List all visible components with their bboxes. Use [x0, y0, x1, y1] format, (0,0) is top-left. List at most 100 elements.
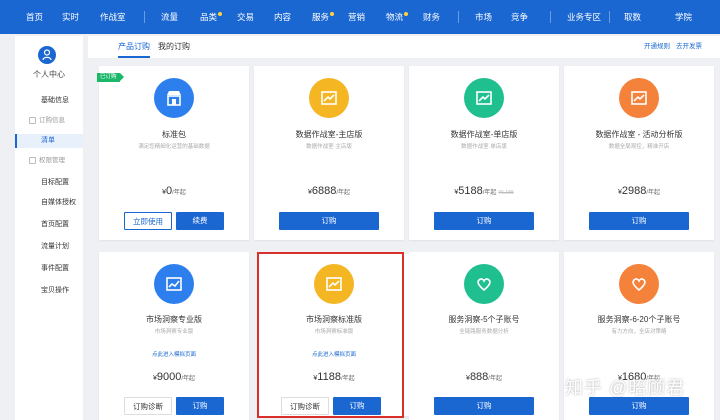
original-price: ¥6,188 [498, 190, 514, 196]
tab-product-order[interactable]: 产品订购 [118, 36, 150, 58]
use-now-button[interactable]: 立即使用 [124, 212, 172, 230]
nav-divider [550, 11, 551, 23]
heart-icon [619, 264, 659, 304]
card-title: 数据作战室-单店版 [450, 130, 518, 139]
nav-realtime[interactable]: 实时 [62, 0, 79, 34]
nav-data-fetch[interactable]: 取数 [624, 0, 641, 34]
price-unit: /年起 [172, 190, 186, 196]
card-title: 标准包 [162, 130, 186, 139]
new-dot-icon [404, 12, 409, 16]
nav-category[interactable]: 品类 [200, 0, 223, 34]
watermark: 知乎 @昭顾君 [565, 378, 686, 398]
product-card-standard: 已订购 标准包 满足您精细化运营的基础数据 ¥0/年起 立即使用 续费 [97, 66, 249, 240]
link-invoice[interactable]: 去开发票 [676, 36, 702, 58]
card-title: 市场洞察专业版 [146, 315, 202, 324]
sidebar-item-event-config[interactable]: 事件配置 [15, 262, 83, 276]
card-price: ¥0/年起 [99, 185, 249, 197]
user-icon [42, 49, 52, 61]
card-subtitle: 全链路服务数据分析 [459, 329, 509, 335]
nav-trade[interactable]: 交易 [237, 0, 254, 34]
card-price: ¥888/年起 [409, 371, 559, 383]
price-unit: /年起 [336, 190, 351, 196]
sidebar-item-target-config[interactable]: 目标配置 [15, 176, 83, 190]
trend-icon [154, 264, 194, 304]
card-title: 数据作战室 - 活动分析版 [595, 130, 683, 139]
price-value: 888 [469, 371, 489, 383]
user-avatar[interactable] [38, 46, 56, 64]
price-value: 9000 [156, 371, 182, 383]
product-card-war-room-single: 数据作战室-单店版 数据作战室·单店版 ¥5188/年起 ¥6,188 订购 [409, 66, 559, 240]
card-title: 数据作战室-主店版 [295, 130, 363, 139]
order-button[interactable]: 订购 [434, 212, 534, 230]
price-unit: /年起 [482, 190, 497, 196]
link-rules[interactable]: 开通规则 [644, 36, 670, 58]
nav-divider [458, 11, 459, 23]
nav-academy[interactable]: 学院 [675, 0, 692, 34]
sidebar-group-settings: 权限管理 [15, 154, 83, 168]
card-price: ¥5188/年起 ¥6,188 [409, 185, 559, 197]
order-icon [29, 117, 36, 124]
main-header: 产品订购 我的订购 开通规则 去开发票 [88, 36, 720, 58]
product-card-war-room-main: 数据作战室-主店版 数据作战室·主店版 ¥6888/年起 订购 [254, 66, 404, 240]
card-price: ¥2988/年起 [564, 185, 714, 197]
new-dot-icon [330, 12, 335, 16]
nav-market[interactable]: 市场 [475, 0, 492, 34]
card-title: 服务洞察-6-20个子账号 [597, 315, 681, 324]
sidebar-item-item-ops[interactable]: 宝贝操作 [15, 284, 83, 298]
nav-marketing[interactable]: 营销 [348, 0, 365, 34]
heart-icon [464, 264, 504, 304]
renew-button[interactable]: 续费 [176, 212, 224, 230]
nav-competition[interactable]: 竞争 [511, 0, 528, 34]
nav-divider [609, 11, 610, 23]
order-button[interactable]: 订购 [434, 397, 534, 415]
nav-traffic[interactable]: 流量 [161, 0, 178, 34]
sidebar-item-media-auth[interactable]: 自媒体授权 [15, 196, 83, 210]
product-card-market-pro: 市场洞察专业版 市场洞察专业版 点此进入模拟页面 ¥9000/年起 订购诊断 订… [99, 252, 249, 420]
price-value: 6888 [311, 185, 337, 197]
sidebar-group-orders-label: 订购信息 [39, 117, 65, 124]
order-button[interactable]: 订购 [279, 212, 379, 230]
chart-icon [309, 78, 349, 118]
card-subtitle: 数据作战室·主店版 [306, 144, 352, 150]
nav-war-room[interactable]: 作战室 [100, 0, 126, 34]
order-button[interactable]: 订购 [176, 397, 224, 415]
nav-service[interactable]: 服务 [312, 0, 335, 34]
order-diagnosis-button[interactable]: 订购诊断 [124, 397, 172, 415]
new-dot-icon [218, 12, 223, 16]
sidebar-item-home-config[interactable]: 首页配置 [15, 218, 83, 232]
card-subtitle: 数据作战室·单店版 [461, 144, 507, 150]
nav-logistics[interactable]: 物流 [386, 0, 409, 34]
highlight-box [257, 252, 404, 418]
sidebar-item-basic-info[interactable]: 基础信息 [15, 94, 83, 108]
price-value: 2988 [621, 185, 647, 197]
sidebar-item-traffic-plan[interactable]: 流量计划 [15, 240, 83, 254]
card-title: 服务洞察-5个子账号 [448, 315, 520, 324]
nav-category-label: 品类 [200, 12, 218, 22]
sidebar-group-settings-label: 权限管理 [39, 157, 65, 164]
tab-my-orders[interactable]: 我的订购 [158, 36, 190, 58]
nav-logistics-label: 物流 [386, 12, 404, 22]
simulate-page-link[interactable]: 点此进入模拟页面 [99, 350, 249, 358]
nav-service-label: 服务 [312, 12, 330, 22]
user-center-label[interactable]: 个人中心 [15, 69, 83, 80]
product-card-service-5: 服务洞察-5个子账号 全链路服务数据分析 ¥888/年起 订购 [409, 252, 559, 420]
price-unit: /年起 [181, 376, 196, 382]
nav-divider [144, 11, 145, 23]
product-card-war-room-activity: 数据作战室 - 活动分析版 数据全局观控，精准开店 ¥2988/年起 订购 [564, 66, 714, 240]
card-price: ¥9000/年起 [99, 371, 249, 383]
price-value: 5188 [458, 185, 483, 197]
settings-icon [29, 157, 36, 164]
card-price: ¥6888/年起 [254, 185, 404, 197]
top-nav: 首页 实时 作战室 流量 品类 交易 内容 服务 营销 物流 财务 市场 竞争 … [0, 0, 720, 34]
nav-finance[interactable]: 财务 [423, 0, 440, 34]
card-subtitle: 数据全局观控，精准开店 [608, 144, 670, 150]
nav-home[interactable]: 首页 [26, 0, 43, 34]
nav-content[interactable]: 内容 [274, 0, 291, 34]
card-subtitle: 满足您精细化运营的基础数据 [138, 144, 210, 150]
order-button[interactable]: 订购 [589, 212, 689, 230]
nav-business-zone[interactable]: 业务专区 [567, 0, 601, 34]
sidebar-group-orders: 订购信息 [15, 114, 83, 128]
sidebar-item-order-list[interactable]: 清单 [15, 134, 83, 148]
price-unit: /年起 [646, 190, 661, 196]
card-subtitle: 市场洞察专业版 [154, 329, 194, 335]
